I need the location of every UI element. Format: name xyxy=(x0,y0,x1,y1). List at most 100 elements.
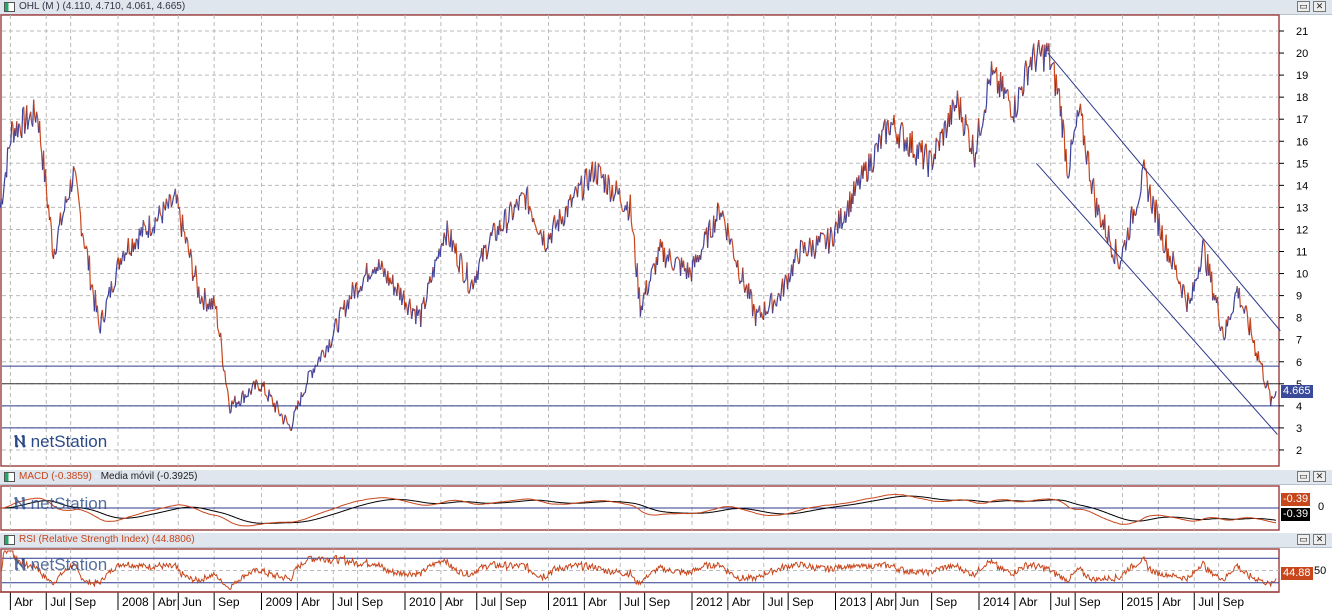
price-segment xyxy=(112,291,114,293)
x-tick-label: Sep xyxy=(792,595,814,609)
y-tick-label: 18 xyxy=(1296,92,1308,104)
x-tick-label: Sep xyxy=(218,595,240,609)
x-tick-label: Abr xyxy=(732,595,751,609)
price-segment xyxy=(874,143,877,146)
x-tick-label: Sep xyxy=(1079,595,1101,609)
x-tick-label: Sep xyxy=(505,595,527,609)
x-tick-label: 2009 xyxy=(266,595,293,609)
y-tick-label: 13 xyxy=(1296,202,1308,214)
price-segment xyxy=(1058,87,1060,90)
price-segment xyxy=(523,193,526,196)
price-segment xyxy=(321,349,324,352)
price-segment xyxy=(370,274,373,277)
x-tick-label: Jul xyxy=(337,595,352,609)
price-segment xyxy=(598,165,601,168)
ma-badge: -0.39 xyxy=(1281,508,1311,521)
price-segment xyxy=(456,265,459,268)
price-segment xyxy=(364,273,367,276)
price-segment xyxy=(823,234,826,236)
x-tick-label: Sep xyxy=(936,595,958,609)
y-tick-label: 7 xyxy=(1296,335,1302,347)
y-tick-label: 11 xyxy=(1296,247,1307,259)
x-tick-label: Sep xyxy=(362,595,384,609)
x-tick-label: Sep xyxy=(1223,595,1245,609)
price-segment xyxy=(675,257,677,260)
x-tick-label: Abr xyxy=(1019,595,1038,609)
price-segment xyxy=(340,306,342,309)
price-segment xyxy=(493,222,496,225)
x-tick-label: Abr xyxy=(1162,595,1181,609)
price-segment xyxy=(255,379,258,382)
price-segment xyxy=(1176,278,1179,281)
y-tick-label: 2 xyxy=(1296,445,1302,457)
y-tick-label: 15 xyxy=(1296,158,1308,170)
price-segment xyxy=(1051,62,1054,65)
price-segment xyxy=(308,370,311,372)
y-tick-label: 8 xyxy=(1296,313,1302,325)
y-tick-label: 3 xyxy=(1296,423,1302,435)
x-tick-label: 2010 xyxy=(409,595,436,609)
price-segment xyxy=(600,176,603,179)
x-tick-label: Jun xyxy=(900,595,919,609)
price-segment xyxy=(280,413,283,416)
x-tick-label: 2012 xyxy=(696,595,723,609)
x-tick-label: Abr xyxy=(301,595,320,609)
watermark-macd: Ⲛ netStation xyxy=(14,494,108,513)
price-segment xyxy=(1240,304,1243,307)
price-segment xyxy=(1231,312,1233,315)
price-segment xyxy=(464,279,467,282)
price-segment xyxy=(183,230,185,233)
price-segment xyxy=(301,395,304,398)
x-tick-label: Jul xyxy=(481,595,496,609)
watermark-main: Ⲛ netStation xyxy=(14,432,108,451)
x-tick-label: Abr xyxy=(875,595,894,609)
price-segment xyxy=(135,238,138,240)
price-segment xyxy=(143,224,146,227)
x-tick-label: 2015 xyxy=(1127,595,1154,609)
x-tick-label: 2011 xyxy=(553,595,579,609)
price-segment xyxy=(622,210,625,213)
price-segment xyxy=(800,239,803,242)
x-tick-label: Abr xyxy=(588,595,607,609)
y-tick-label: 10 xyxy=(1296,269,1308,281)
x-tick-label: Abr xyxy=(445,595,464,609)
price-segment xyxy=(286,422,289,425)
x-tick-label: Jul xyxy=(768,595,783,609)
x-tick-label: Jul xyxy=(1198,595,1213,609)
y-tick-label: 9 xyxy=(1296,291,1302,303)
price-segment xyxy=(507,221,510,224)
macd-zero-label: 0 xyxy=(1318,501,1325,513)
y-tick-label: 19 xyxy=(1296,70,1308,82)
y-tick-label: 14 xyxy=(1296,180,1308,192)
price-segment xyxy=(649,280,651,283)
x-tick-label: Jun xyxy=(182,595,201,609)
y-tick-label: 20 xyxy=(1296,48,1308,60)
price-segment xyxy=(579,184,581,186)
x-tick-label: Jul xyxy=(50,595,65,609)
y-tick-label: 16 xyxy=(1296,136,1308,148)
price-segment xyxy=(229,411,232,414)
y-tick-label: 12 xyxy=(1296,224,1308,236)
rsi-50-label: 50 xyxy=(1314,565,1327,577)
x-tick-label: Abr xyxy=(158,595,177,609)
y-tick-label: 6 xyxy=(1296,357,1302,369)
price-segment xyxy=(1182,283,1185,286)
price-segment xyxy=(18,123,21,126)
price-segment xyxy=(168,193,171,196)
price-chart[interactable]: 21201918171615141312111098765432AbrJulSe… xyxy=(0,0,1332,610)
price-segment xyxy=(1100,225,1103,228)
y-tick-label: 21 xyxy=(1296,26,1308,38)
price-segment xyxy=(801,240,804,243)
watermark-rsi: Ⲛ netStation xyxy=(14,555,108,574)
x-tick-label: Sep xyxy=(75,595,97,609)
price-segment xyxy=(521,191,524,194)
x-tick-label: Sep xyxy=(649,595,671,609)
price-segment xyxy=(150,234,152,237)
x-tick-label: 2014 xyxy=(983,595,1010,609)
price-segment xyxy=(308,370,310,373)
x-tick-label: Jul xyxy=(1055,595,1070,609)
y-tick-label: 4 xyxy=(1296,401,1302,413)
plot-frame xyxy=(0,14,1280,467)
price-segment xyxy=(918,141,921,144)
x-tick-label: 2008 xyxy=(122,595,149,609)
